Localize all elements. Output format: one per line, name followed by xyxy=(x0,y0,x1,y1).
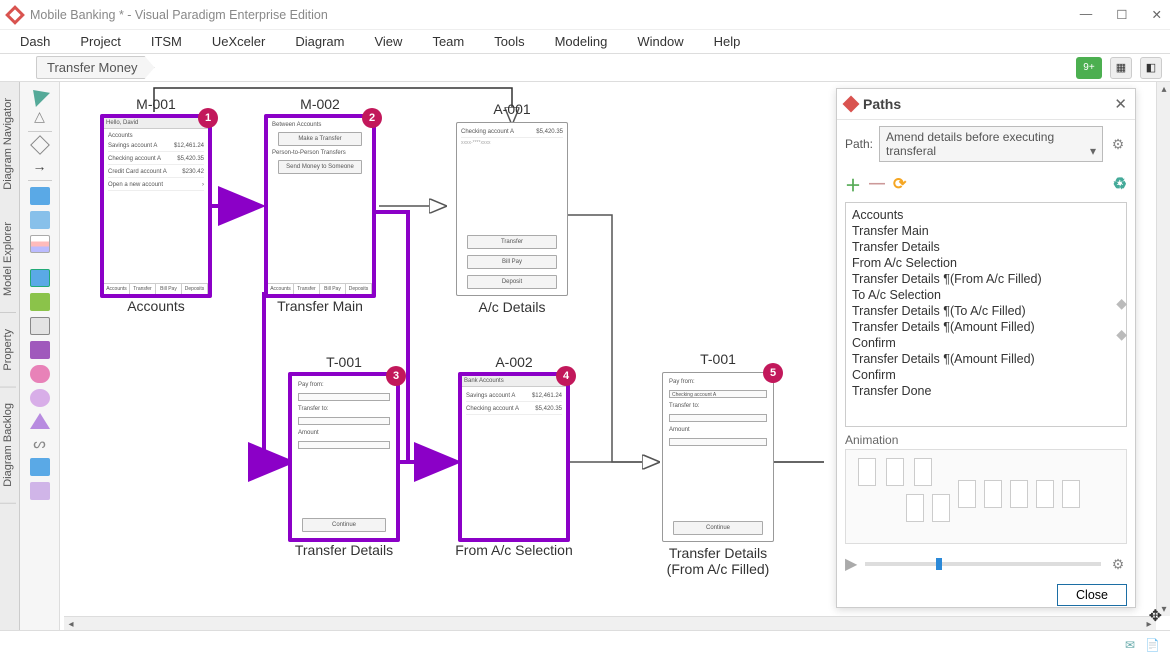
zigzag-tool-icon[interactable]: ᔕ xyxy=(33,435,45,452)
move-up-icon[interactable]: ◆ xyxy=(1116,295,1127,312)
menu-diagram[interactable]: Diagram xyxy=(295,34,344,49)
path-step[interactable]: Transfer Done xyxy=(852,383,1120,399)
path-settings-icon[interactable]: ⚙ xyxy=(1109,135,1127,153)
wireframe-a001[interactable]: A-001 Checking account A$5,420.35 xxxx-*… xyxy=(456,122,568,296)
play-icon[interactable]: ▶ xyxy=(845,554,857,574)
menu-itsm[interactable]: ITSM xyxy=(151,34,182,49)
path-label: Path: xyxy=(845,137,873,151)
window-titlebar: Mobile Banking * - Visual Paradigm Enter… xyxy=(0,0,1170,30)
tab-model-explorer[interactable]: Model Explorer xyxy=(0,206,16,313)
menu-view[interactable]: View xyxy=(374,34,402,49)
window-title: Mobile Banking * - Visual Paradigm Enter… xyxy=(30,8,328,22)
path-step[interactable]: Transfer Details xyxy=(852,239,1120,255)
path-step[interactable]: To A/c Selection xyxy=(852,287,1120,303)
panel-title: Paths xyxy=(863,96,901,112)
oval-tool-icon[interactable] xyxy=(30,389,50,407)
notif-icon[interactable]: 9+ xyxy=(1076,57,1102,79)
tab-diagram-navigator[interactable]: Diagram Navigator xyxy=(0,82,16,206)
remove-step-icon[interactable]: — xyxy=(869,175,885,193)
panel-close-icon[interactable]: ✕ xyxy=(1114,95,1127,113)
path-selector[interactable]: Amend details before executing transfera… xyxy=(879,126,1103,162)
up-tool-icon[interactable]: △ xyxy=(34,108,45,125)
animation-label: Animation xyxy=(845,433,1127,447)
folder2-tool-icon[interactable] xyxy=(30,211,50,229)
path-steps-list[interactable]: AccountsTransfer MainTransfer DetailsFro… xyxy=(845,202,1127,427)
menu-uexceler[interactable]: UeXceler xyxy=(212,34,265,49)
add-step-icon[interactable]: ＋ xyxy=(845,172,861,196)
menu-dash[interactable]: Dash xyxy=(20,34,50,49)
path-step[interactable]: From A/c Selection xyxy=(852,255,1120,271)
node-label: Accounts xyxy=(84,298,228,314)
diagram-canvas[interactable]: M-001 1 Hello, David Accounts Savings ac… xyxy=(64,82,1156,616)
menu-modeling[interactable]: Modeling xyxy=(555,34,608,49)
toolbar-grid-icon[interactable]: ▦ xyxy=(1110,57,1132,79)
path-step[interactable]: Transfer Main xyxy=(852,223,1120,239)
menu-tools[interactable]: Tools xyxy=(494,34,524,49)
close-icon[interactable]: ✕ xyxy=(1152,7,1162,22)
menu-team[interactable]: Team xyxy=(432,34,464,49)
animation-preview xyxy=(845,449,1127,544)
path-step[interactable]: Transfer Details ¶(Amount Filled) xyxy=(852,319,1120,335)
cycle-icon[interactable]: ♻ xyxy=(1113,174,1127,194)
nav-tool-icon[interactable] xyxy=(30,458,50,476)
toolbar-window-icon[interactable]: ◧ xyxy=(1140,57,1162,79)
node-id: M-001 xyxy=(104,96,208,112)
wireframe-t001-filled[interactable]: T-001 5 Pay from: Checking account A Tra… xyxy=(662,372,774,542)
mail-icon[interactable]: ✉ xyxy=(1125,638,1135,652)
arrow-tool-icon[interactable]: → xyxy=(33,158,47,174)
folder-tool-icon[interactable] xyxy=(30,187,50,205)
status-bar: ✉ 📄 xyxy=(0,630,1170,658)
path-step[interactable]: Confirm xyxy=(852,335,1120,351)
move-down-icon[interactable]: ◆ xyxy=(1116,326,1127,343)
menu-project[interactable]: Project xyxy=(80,34,120,49)
diamond-tool-icon[interactable] xyxy=(30,135,50,155)
tab-diagram-backlog[interactable]: Diagram Backlog xyxy=(0,387,16,504)
image-tool-icon[interactable] xyxy=(30,293,50,311)
camera-tool-icon[interactable] xyxy=(30,317,50,335)
note-tool-icon[interactable] xyxy=(30,341,50,359)
paths-panel: Paths ✕ Path: Amend details before execu… xyxy=(836,88,1136,608)
path-step[interactable]: Accounts xyxy=(852,207,1120,223)
wireframe-t001[interactable]: T-001 3 Pay from: Transfer to: Amount Co… xyxy=(288,372,400,542)
path-step[interactable]: Confirm xyxy=(852,367,1120,383)
maximize-icon[interactable]: ☐ xyxy=(1116,7,1127,22)
triangle-tool-icon[interactable] xyxy=(30,413,50,429)
table-tool-icon[interactable] xyxy=(30,235,50,253)
highlight-tool-icon[interactable] xyxy=(30,482,50,500)
wireframe-m002[interactable]: M-002 2 Between Accounts Make a Transfer… xyxy=(264,114,376,298)
node-label: Transfer Details(From A/c Filled) xyxy=(643,545,793,577)
shape-palette: △ → ᔕ xyxy=(20,82,60,630)
path-step[interactable]: Transfer Details ¶(To A/c Filled) xyxy=(852,303,1120,319)
wireframe-m001[interactable]: M-001 1 Hello, David Accounts Savings ac… xyxy=(100,114,212,298)
resize-handle-icon[interactable]: ✥ xyxy=(1149,606,1162,626)
horizontal-scrollbar[interactable]: ◂ ▸ xyxy=(64,616,1156,630)
path-step[interactable]: Transfer Details ¶(Amount Filled) xyxy=(852,351,1120,367)
panel-logo-icon xyxy=(843,96,860,113)
close-button[interactable]: Close xyxy=(1057,584,1127,606)
animation-slider[interactable] xyxy=(865,562,1101,566)
app-logo-icon xyxy=(5,5,25,25)
doc-icon[interactable]: 📄 xyxy=(1145,638,1160,652)
refresh-icon[interactable]: ⟳ xyxy=(893,174,906,194)
animation-settings-icon[interactable]: ⚙ xyxy=(1109,555,1127,573)
menu-window[interactable]: Window xyxy=(637,34,683,49)
step-badge: 1 xyxy=(198,108,218,128)
tab-property[interactable]: Property xyxy=(0,313,16,388)
main-menu: Dash Project ITSM UeXceler Diagram View … xyxy=(0,30,1170,54)
breadcrumb-bar: Transfer Money 9+ ▦ ◧ xyxy=(0,54,1170,82)
wireframe-a002[interactable]: A-002 4 Bank Accounts Savings account A$… xyxy=(458,372,570,542)
breadcrumb[interactable]: Transfer Money xyxy=(36,56,155,79)
path-step[interactable]: Transfer Details ¶(From A/c Filled) xyxy=(852,271,1120,287)
menu-help[interactable]: Help xyxy=(714,34,741,49)
bubble-tool-icon[interactable] xyxy=(30,365,50,383)
screen-tool-icon[interactable] xyxy=(30,269,50,287)
minimize-icon[interactable]: — xyxy=(1080,7,1093,22)
pointer-tool-icon[interactable] xyxy=(25,83,49,107)
vertical-scrollbar[interactable]: ▴ ▾ xyxy=(1156,82,1170,616)
